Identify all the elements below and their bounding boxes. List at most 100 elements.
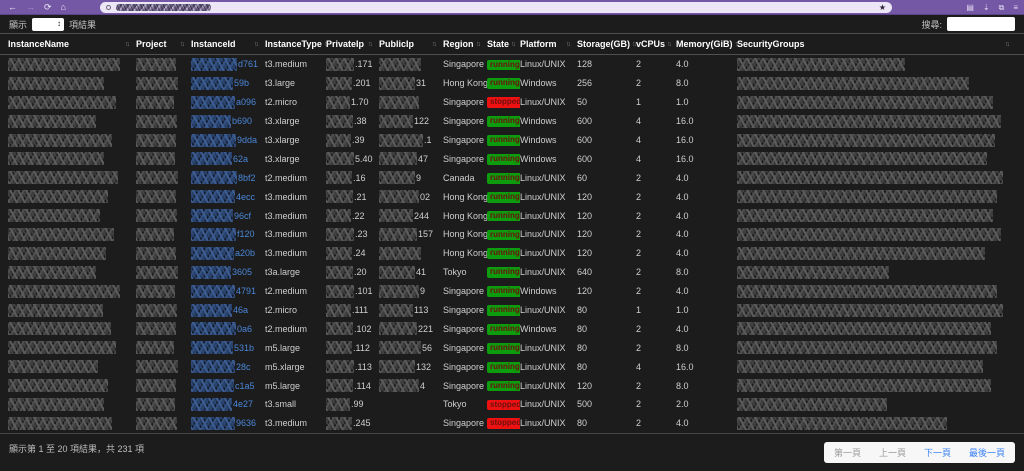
security-groups-cell [737,209,1016,223]
column-label-vcpus: vCPUs [636,39,666,49]
vcpus-cell: 2 [636,229,642,240]
state-badge: stopped [487,399,520,411]
instance-id-link[interactable]: 28c [236,362,251,372]
column-header-platform[interactable]: Platform ↑↓ [520,39,577,49]
project-cell [136,265,191,279]
private-ip-cell: .245 [326,416,379,430]
instance-id-cell: a096 [191,95,265,109]
column-header-vcpus[interactable]: vCPUs ↑↓ [636,39,676,49]
state-cell: running [487,285,520,298]
instance-id-cell: 4ecc [191,190,265,204]
redacted-instance-name [8,76,104,90]
column-header-instanceid[interactable]: InstanceId ↑↓ [191,39,265,49]
pagination: 第一頁 上一頁 下一頁 最後一頁 [823,441,1015,463]
instance-id-link[interactable]: 0a6 [237,324,252,334]
instance-id-link[interactable]: 96cf [234,211,251,221]
memory-cell: 2.0 [676,399,689,410]
instance-id-link[interactable]: 531b [234,343,254,353]
public-ip-cell: 244 [379,209,443,223]
private-ip-suffix: .16 [353,172,366,183]
search-input[interactable] [947,17,1015,31]
pagination-disabled-link[interactable]: 第一頁 [834,446,861,459]
column-header-privateip[interactable]: PrivateIp ↑↓ [326,39,379,49]
instance-id-link[interactable]: 46a [233,305,248,315]
instance-id-link[interactable]: a096 [236,97,256,107]
panel-icon[interactable]: ▤ [966,3,974,12]
instance-id-link[interactable]: 9636 [236,418,256,428]
state-cell: running [487,134,520,146]
redacted-instance-id [191,284,235,298]
home-icon[interactable]: ⌂ [61,2,66,12]
reload-icon[interactable]: ⟳ [44,2,52,12]
column-header-publicip[interactable]: PublicIp ↑↓ [379,39,443,49]
instance-id-link[interactable]: b690 [232,116,252,126]
column-header-instancename[interactable]: InstanceName ↑↓ [8,39,136,49]
project-cell [136,190,191,204]
redacted-public-ip [379,379,419,393]
memory-cell: 4.0 [676,229,689,240]
column-header-state[interactable]: State ↑↓ [487,39,520,49]
security-groups-cell [737,57,1016,71]
instance-id-cell: 0a6 [191,322,265,336]
table-header-row: InstanceName ↑↓ Project ↑↓ InstanceId ↑↓ Insta… [0,33,1024,55]
redacted-private-ip [326,95,350,109]
instance-name-cell [8,95,136,109]
column-header-instancetype[interactable]: InstanceType ↑↓ [265,39,329,49]
state-cell: running [487,229,520,241]
security-groups-cell [737,152,1016,166]
state-cell: running [487,59,520,71]
pagination-disabled-link[interactable]: 上一頁 [879,446,906,459]
sort-icon: ↑↓ [1005,40,1010,48]
menu-icon[interactable]: ≡ [1013,3,1018,12]
private-ip-cell: 5.40 [326,152,379,166]
instance-name-cell [8,227,136,241]
column-header-memory-gib-[interactable]: Memory(GiB) ↑↓ [676,39,740,49]
page-length-select[interactable]: ↕ [32,17,65,31]
instance-name-cell [8,114,136,128]
project-cell [136,303,191,317]
public-ip-suffix: 122 [414,116,430,127]
instance-id-link[interactable]: 59b [234,78,249,88]
column-header-securitygroups[interactable]: SecurityGroups ↑↓ [737,39,1016,49]
region-cell: Singapore [443,305,485,316]
instance-id-link[interactable]: 9dda [237,135,257,145]
window-icon[interactable]: ⧉ [999,3,1005,12]
instance-id-cell: 96cf [191,209,265,223]
back-icon[interactable]: ← [8,2,17,12]
vcpus-cell: 2 [636,172,642,183]
table-row: c1a5 m5.large .114 4 Singapore running Linux/U… [0,376,1024,395]
instance-id-link[interactable]: 4ecc [236,192,255,202]
column-header-region[interactable]: Region ↑↓ [443,39,487,49]
pagination-active-link[interactable]: 下一頁 [924,446,951,459]
forward-icon[interactable]: → [26,2,35,12]
private-ip-cell: .16 [326,171,379,185]
address-bar[interactable]: ★ [100,2,892,13]
instance-id-link[interactable]: 3605 [232,267,252,277]
instance-id-link[interactable]: 8bf2 [238,173,256,183]
instance-id-link[interactable]: 4791 [236,286,256,296]
instance-id-link[interactable]: c1a5 [235,381,255,391]
instance-id-link[interactable]: d761 [238,59,258,69]
instance-id-link[interactable]: 4e27 [233,399,253,409]
column-header-storage-gb-[interactable]: Storage(GB) ↑↓ [577,39,637,49]
private-ip-cell: .112 [326,341,379,355]
table-row: 8bf2 t2.medium .16 9 Canada running Linux/UNIX… [0,168,1024,187]
instance-id-link[interactable]: f120 [237,229,255,239]
instance-type-cell: m5.large [265,342,301,353]
instance-id-cell: 3605 [191,265,265,279]
bookmark-star-icon[interactable]: ★ [879,3,886,12]
column-header-project[interactable]: Project ↑↓ [136,39,191,49]
instance-id-link[interactable]: a20b [235,248,255,258]
column-label-instanceid: InstanceId [191,39,236,49]
redacted-security-groups [737,284,997,298]
storage-cell: 80 [577,323,588,334]
region-cell: Hong Kong [443,229,487,240]
redacted-instance-name [8,171,118,185]
private-ip-suffix: .112 [353,342,370,353]
instance-id-link[interactable]: 62a [233,154,248,164]
pagination-active-link[interactable]: 最後一頁 [969,446,1005,459]
redacted-project [136,227,174,241]
download-icon[interactable]: ⇣ [983,3,990,12]
redacted-private-ip [326,416,352,430]
private-ip-cell: .38 [326,114,379,128]
